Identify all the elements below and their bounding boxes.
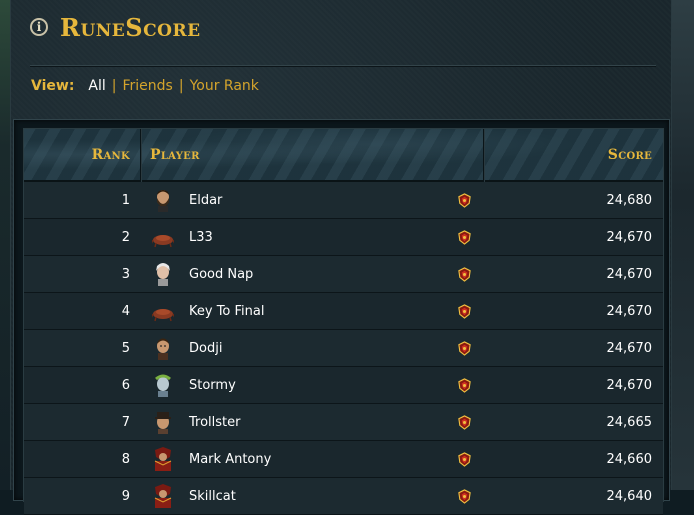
score-cell: 24,670 xyxy=(606,267,653,282)
rank-cell: 7 xyxy=(121,415,130,430)
score-cell: 24,665 xyxy=(606,415,653,430)
table-row[interactable]: 8 Mark Antony 24,660 xyxy=(24,441,663,478)
pale-wreath-avatar xyxy=(152,373,174,397)
table-header: Rank Player Score xyxy=(24,129,663,182)
table-row[interactable]: 2 L33 24,670 xyxy=(24,219,663,256)
red-armor-avatar xyxy=(152,484,174,508)
player-name[interactable]: L33 xyxy=(189,219,213,256)
player-name[interactable]: Eldar xyxy=(189,182,222,219)
runescore-badge-icon xyxy=(457,267,472,282)
player-name[interactable]: Skillcat xyxy=(189,478,236,515)
player-name[interactable]: Trollster xyxy=(189,404,240,441)
player-name[interactable]: Mark Antony xyxy=(189,441,271,478)
score-column-header: Score xyxy=(607,146,652,163)
table-row[interactable]: 4 Key To Final 24,670 xyxy=(24,293,663,330)
view-separator: | xyxy=(178,78,184,94)
score-cell: 24,640 xyxy=(606,489,653,504)
runescore-badge-icon xyxy=(457,341,472,356)
view-label: View: xyxy=(31,78,75,94)
runescore-badge-icon xyxy=(457,452,472,467)
score-cell: 24,670 xyxy=(606,341,653,356)
page-title: RuneScore xyxy=(60,12,201,42)
rank-cell: 9 xyxy=(121,489,130,504)
crab-avatar xyxy=(152,225,174,249)
player-name[interactable]: Good Nap xyxy=(189,256,253,293)
rank-cell: 8 xyxy=(121,452,130,467)
white-haired-avatar xyxy=(152,262,174,286)
view-friends-link[interactable]: Friends xyxy=(123,78,173,94)
table-row[interactable]: 1 Eldar 24,680 xyxy=(24,182,663,219)
view-separator: | xyxy=(111,78,117,94)
score-cell: 24,670 xyxy=(606,230,653,245)
human-avatar xyxy=(152,336,174,360)
runescore-badge-icon xyxy=(457,489,472,504)
view-all-link[interactable]: All xyxy=(88,78,105,94)
rank-cell: 1 xyxy=(121,193,130,208)
player-name[interactable]: Stormy xyxy=(189,367,236,404)
runescore-badge-icon xyxy=(457,415,472,430)
score-cell: 24,660 xyxy=(606,452,653,467)
info-icon[interactable]: i xyxy=(30,18,48,36)
page-header: i RuneScore xyxy=(30,10,201,44)
rank-cell: 3 xyxy=(121,267,130,282)
rank-cell: 6 xyxy=(121,378,130,393)
runescore-badge-icon xyxy=(457,378,472,393)
crab-avatar xyxy=(152,299,174,323)
runescore-badge-icon xyxy=(457,304,472,319)
table-row[interactable]: 6 Stormy 24,670 xyxy=(24,367,663,404)
score-cell: 24,670 xyxy=(606,304,653,319)
table-row[interactable]: 9 Skillcat 24,640 xyxy=(24,478,663,515)
human-bearded-avatar xyxy=(152,188,174,212)
table-body: 1 Eldar 24,680 2 L33 24,670 3 Good Nap 24,670 4 Ke… xyxy=(24,182,663,515)
view-your-rank-link[interactable]: Your Rank xyxy=(190,78,259,94)
hat-avatar xyxy=(152,410,174,434)
runescore-badge-icon xyxy=(457,230,472,245)
rank-cell: 5 xyxy=(121,341,130,356)
leaderboard-table-inner: Rank Player Score 1 Eldar 24,680 2 L33 24,670… xyxy=(23,128,664,515)
rank-cell: 4 xyxy=(121,304,130,319)
score-cell: 24,680 xyxy=(606,193,653,208)
header-divider xyxy=(30,65,656,66)
score-cell: 24,670 xyxy=(606,378,653,393)
table-row[interactable]: 3 Good Nap 24,670 xyxy=(24,256,663,293)
rank-column-header: Rank xyxy=(91,146,130,163)
rank-cell: 2 xyxy=(121,230,130,245)
table-row[interactable]: 7 Trollster 24,665 xyxy=(24,404,663,441)
runescore-badge-icon xyxy=(457,193,472,208)
player-name[interactable]: Key To Final xyxy=(189,293,264,330)
player-name[interactable]: Dodji xyxy=(189,330,222,367)
table-row[interactable]: 5 Dodji 24,670 xyxy=(24,330,663,367)
leaderboard-table: Rank Player Score 1 Eldar 24,680 2 L33 24,670… xyxy=(13,119,670,515)
player-column-header: Player xyxy=(150,146,200,163)
red-armor-avatar xyxy=(152,447,174,471)
view-filter: View: All | Friends | Your Rank xyxy=(31,78,259,94)
